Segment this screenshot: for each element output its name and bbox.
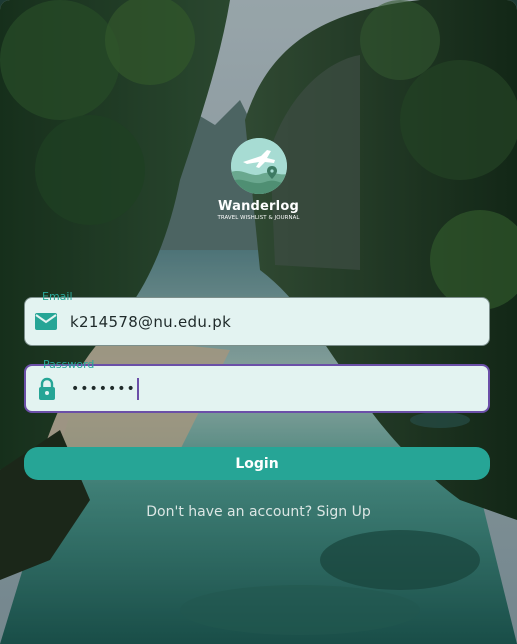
signup-link[interactable]: Sign Up — [317, 504, 371, 520]
password-masked-value: ••••••• — [71, 380, 136, 397]
email-input[interactable]: k214578@nu.edu.pk — [70, 313, 231, 331]
email-label: Email — [42, 290, 73, 303]
brand-tagline: TRAVEL WISHLIST & JOURNAL — [217, 215, 300, 221]
password-label: Password — [43, 358, 95, 371]
app-logo-block: Wanderlog TRAVEL WISHLIST & JOURNAL — [0, 138, 517, 221]
text-caret — [136, 377, 139, 400]
login-button[interactable]: Login — [24, 447, 490, 480]
signup-row: Don't have an account? Sign Up — [0, 504, 517, 520]
password-input[interactable]: ••••••• — [71, 377, 139, 400]
airplane-map-pin-icon — [230, 138, 287, 194]
email-field[interactable]: Email k214578@nu.edu.pk — [24, 290, 490, 346]
signup-prompt: Don't have an account? — [146, 504, 313, 520]
password-field[interactable]: Password ••••••• — [24, 358, 490, 413]
brand-name: Wanderlog — [218, 199, 299, 214]
mail-icon — [34, 310, 58, 334]
lock-icon — [35, 377, 59, 401]
